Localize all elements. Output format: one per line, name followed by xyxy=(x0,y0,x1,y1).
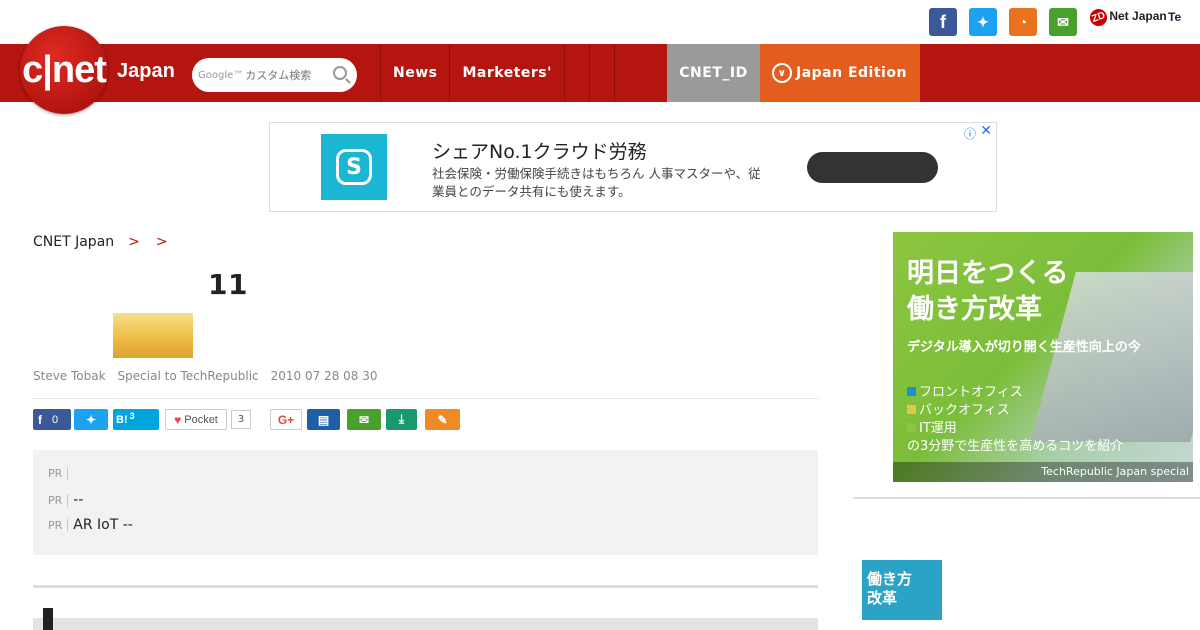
facebook-icon[interactable]: f xyxy=(929,8,957,36)
list-item: フロントオフィス xyxy=(907,384,1123,402)
section-marker xyxy=(43,608,53,630)
facebook-share-count: 0 xyxy=(52,413,59,426)
breadcrumb-separator: > xyxy=(128,234,140,250)
side-ad-list: フロントオフィス バックオフィス IT運用 の3分野で生産性を高めるコツを紹介 xyxy=(907,384,1123,456)
twitter-share-button[interactable]: ✦ xyxy=(74,409,108,430)
search-input[interactable] xyxy=(245,68,346,82)
article-thumbnail xyxy=(113,313,193,358)
pr-tag: PR xyxy=(48,493,69,507)
pr-tag: PR xyxy=(48,518,69,532)
nav-item-empty[interactable] xyxy=(613,44,639,102)
print-button[interactable]: ▤ xyxy=(307,409,340,430)
zdnet-logo[interactable]: ZD Net Japan xyxy=(1087,6,1167,29)
email-button[interactable]: ✉ xyxy=(347,409,381,430)
hatena-count: 3 xyxy=(129,411,135,421)
twitter-icon[interactable]: ✦ xyxy=(969,8,997,36)
hatena-bookmark-button[interactable]: B! 3 xyxy=(113,409,159,430)
pr-item[interactable]: PR -- xyxy=(48,492,83,508)
breadcrumb-home[interactable]: CNET Japan xyxy=(33,234,114,250)
pocket-icon: ♥ xyxy=(174,412,182,427)
pr-box: PR PR -- PR AR IoT -- xyxy=(33,450,818,555)
side-ad-title: 明日をつくる 働き方改革 xyxy=(907,258,1069,325)
pocket-label: Pocket xyxy=(184,413,218,426)
pr-tag: PR xyxy=(48,467,69,480)
search-icon[interactable] xyxy=(333,66,347,80)
download-icon: ⤓ xyxy=(398,412,405,426)
nav-item-empty[interactable] xyxy=(588,44,614,102)
save-button[interactable]: ⤓ xyxy=(386,409,417,430)
side-ad-tagline: の3分野で生産性を高めるコツを紹介 xyxy=(907,439,1124,454)
google-plus-button[interactable]: G+ xyxy=(270,409,302,430)
rss-icon[interactable]: ◔ xyxy=(1009,8,1037,36)
pr-item-text[interactable]: -- xyxy=(73,492,83,508)
article-byline: Steve Tobak Special to TechRepublic 2010… xyxy=(33,369,378,383)
ad-banner[interactable]: S シェアNo.1クラウド労務 社会保険・労働保険手続きはもちろん 人事マスター… xyxy=(269,122,997,212)
nav-marketers[interactable]: Marketers' xyxy=(449,44,563,102)
clip-button[interactable]: ✎ xyxy=(425,409,460,430)
section-header-strip xyxy=(33,618,818,630)
ad-app-icon[interactable]: S xyxy=(321,134,387,200)
bullet-square xyxy=(907,423,916,432)
section-divider xyxy=(33,585,818,588)
facebook-share-button[interactable]: f 0 xyxy=(33,409,71,430)
ad-cta-button[interactable] xyxy=(807,152,938,183)
main-nav: News Marketers' xyxy=(380,44,639,102)
japan-edition-button[interactable]: ∨ Japan Edition xyxy=(760,44,920,102)
divider xyxy=(33,398,818,399)
ad-close-icon[interactable]: ✕ xyxy=(980,123,992,139)
pr-item-text[interactable]: AR IoT -- xyxy=(73,517,133,533)
bullet-square xyxy=(907,405,916,414)
bullet-square xyxy=(907,387,916,396)
side-ad-subtitle: デジタル導入が切り開く生産性向上の今 xyxy=(907,340,1141,355)
ad-info-icon[interactable]: ⓘ xyxy=(964,125,976,142)
ad-title[interactable]: シェアNo.1クラウド労務 xyxy=(432,137,647,164)
google-brand: Google™ xyxy=(198,69,244,81)
side-ad-footer: TechRepublic Japan special xyxy=(893,462,1193,482)
mail-icon[interactable]: ✉ xyxy=(1049,8,1077,36)
edition-label: Japan xyxy=(117,60,175,82)
mail-icon: ✉ xyxy=(358,412,370,427)
pr-item[interactable]: PR AR IoT -- xyxy=(48,517,133,533)
twitter-icon: ✦ xyxy=(85,412,97,427)
nav-news[interactable]: News xyxy=(380,44,449,102)
pocket-button[interactable]: ♥ Pocket xyxy=(165,409,227,430)
breadcrumb: CNET Japan > > xyxy=(33,234,178,250)
chevron-down-icon: ∨ xyxy=(772,63,792,83)
print-icon: ▤ xyxy=(317,412,330,427)
japan-edition-label: Japan Edition xyxy=(796,65,907,81)
cnet-id-button[interactable]: CNET_ID xyxy=(667,44,760,102)
hatena-icon: B! xyxy=(116,413,128,426)
side-ad[interactable]: 明日をつくる 働き方改革 デジタル導入が切り開く生産性向上の今 フロントオフィス… xyxy=(893,232,1193,482)
breadcrumb-separator: > xyxy=(155,234,168,250)
techrepublic-logo[interactable]: Te xyxy=(1168,10,1181,24)
article-title-suffix: 11 xyxy=(208,268,248,301)
social-strip: f ✦ ◔ ✉ ZD Net Japan Te xyxy=(0,0,1200,44)
page-title: 11 xyxy=(208,268,248,301)
cnet-logo[interactable]: c|net xyxy=(20,26,108,114)
list-item: IT運用 xyxy=(907,420,1123,438)
search-box[interactable]: Google™ xyxy=(192,58,357,92)
list-item: バックオフィス xyxy=(907,402,1123,420)
pocket-count: 3 xyxy=(231,410,251,429)
facebook-icon: f xyxy=(38,412,42,427)
paperclip-icon: ✎ xyxy=(437,412,448,427)
nav-item-empty[interactable] xyxy=(563,44,589,102)
pr-item[interactable]: PR xyxy=(48,467,73,480)
sidebar-item-thumbnail[interactable]: 働き方 改革 xyxy=(862,560,942,620)
ad-description: 社会保険・労働保険手続きはもちろん 人事マスターや、従業員とのデータ共有にも使え… xyxy=(432,166,761,199)
sidebar-divider xyxy=(853,497,1200,499)
